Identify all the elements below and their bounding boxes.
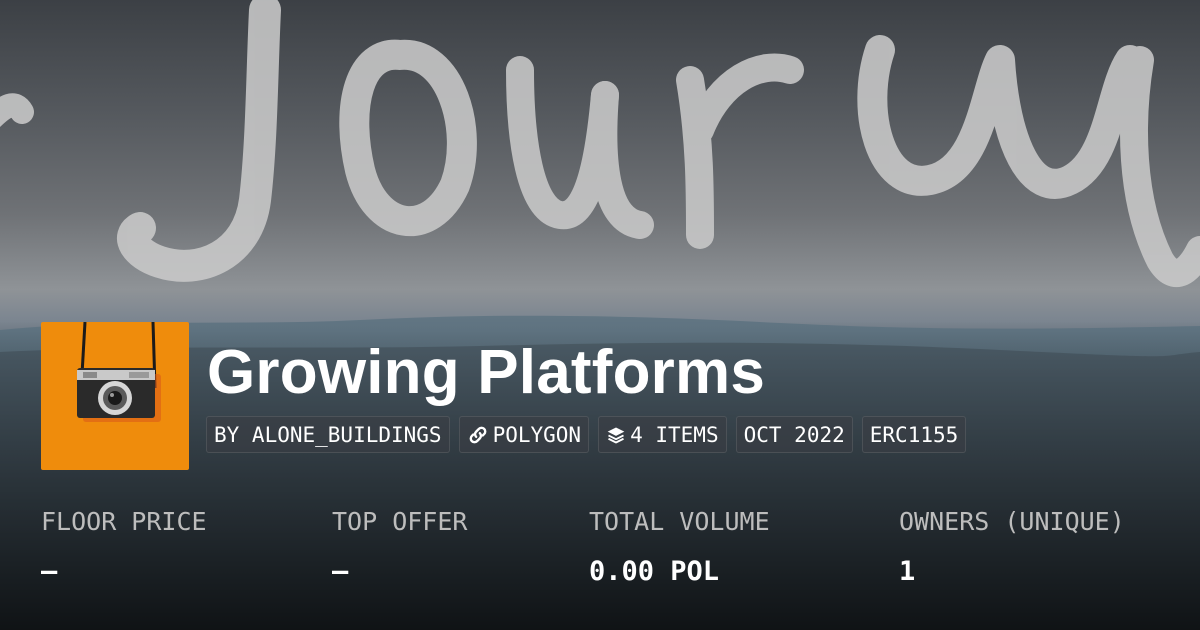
chain-chip[interactable]: POLYGON	[458, 416, 590, 453]
stat-owners: OWNERS (UNIQUE) 1	[899, 506, 1125, 588]
date-chip-label: OCT 2022	[743, 422, 845, 447]
standard-chip: ERC1155	[861, 416, 967, 453]
standard-chip-label: ERC1155	[869, 422, 959, 447]
items-chip[interactable]: 4 ITEMS	[598, 416, 727, 453]
date-chip: OCT 2022	[735, 416, 853, 453]
stat-top-offer: TOP OFFER –	[332, 506, 467, 588]
camera-icon	[77, 322, 161, 422]
stat-label: TOP OFFER	[332, 507, 468, 536]
stat-total-volume: TOTAL VOLUME 0.00 POL	[589, 506, 770, 588]
layers-icon	[607, 427, 625, 443]
stat-value: 1	[899, 556, 916, 587]
creator-chip[interactable]: BY ALONE_BUILDINGS	[206, 416, 450, 453]
collection-info-chips: BY ALONE_BUILDINGS POLYGON 4 ITEMS OCT 2…	[206, 416, 967, 453]
stat-value: 0.00 POL	[589, 556, 720, 587]
items-chip-label: 4 ITEMS	[630, 422, 719, 447]
stat-floor-price: FLOOR PRICE –	[41, 506, 207, 588]
stat-label: TOTAL VOLUME	[589, 507, 770, 536]
chain-chip-label: POLYGON	[492, 422, 582, 447]
link-icon	[469, 426, 486, 443]
stat-label: FLOOR PRICE	[41, 507, 207, 536]
stat-label: OWNERS (UNIQUE)	[899, 507, 1125, 536]
stat-value: –	[41, 556, 58, 587]
collection-title: Growing Platforms	[207, 338, 766, 407]
stat-value: –	[332, 556, 349, 587]
collection-logo	[41, 322, 189, 470]
creator-chip-label: BY ALONE_BUILDINGS	[214, 422, 442, 447]
